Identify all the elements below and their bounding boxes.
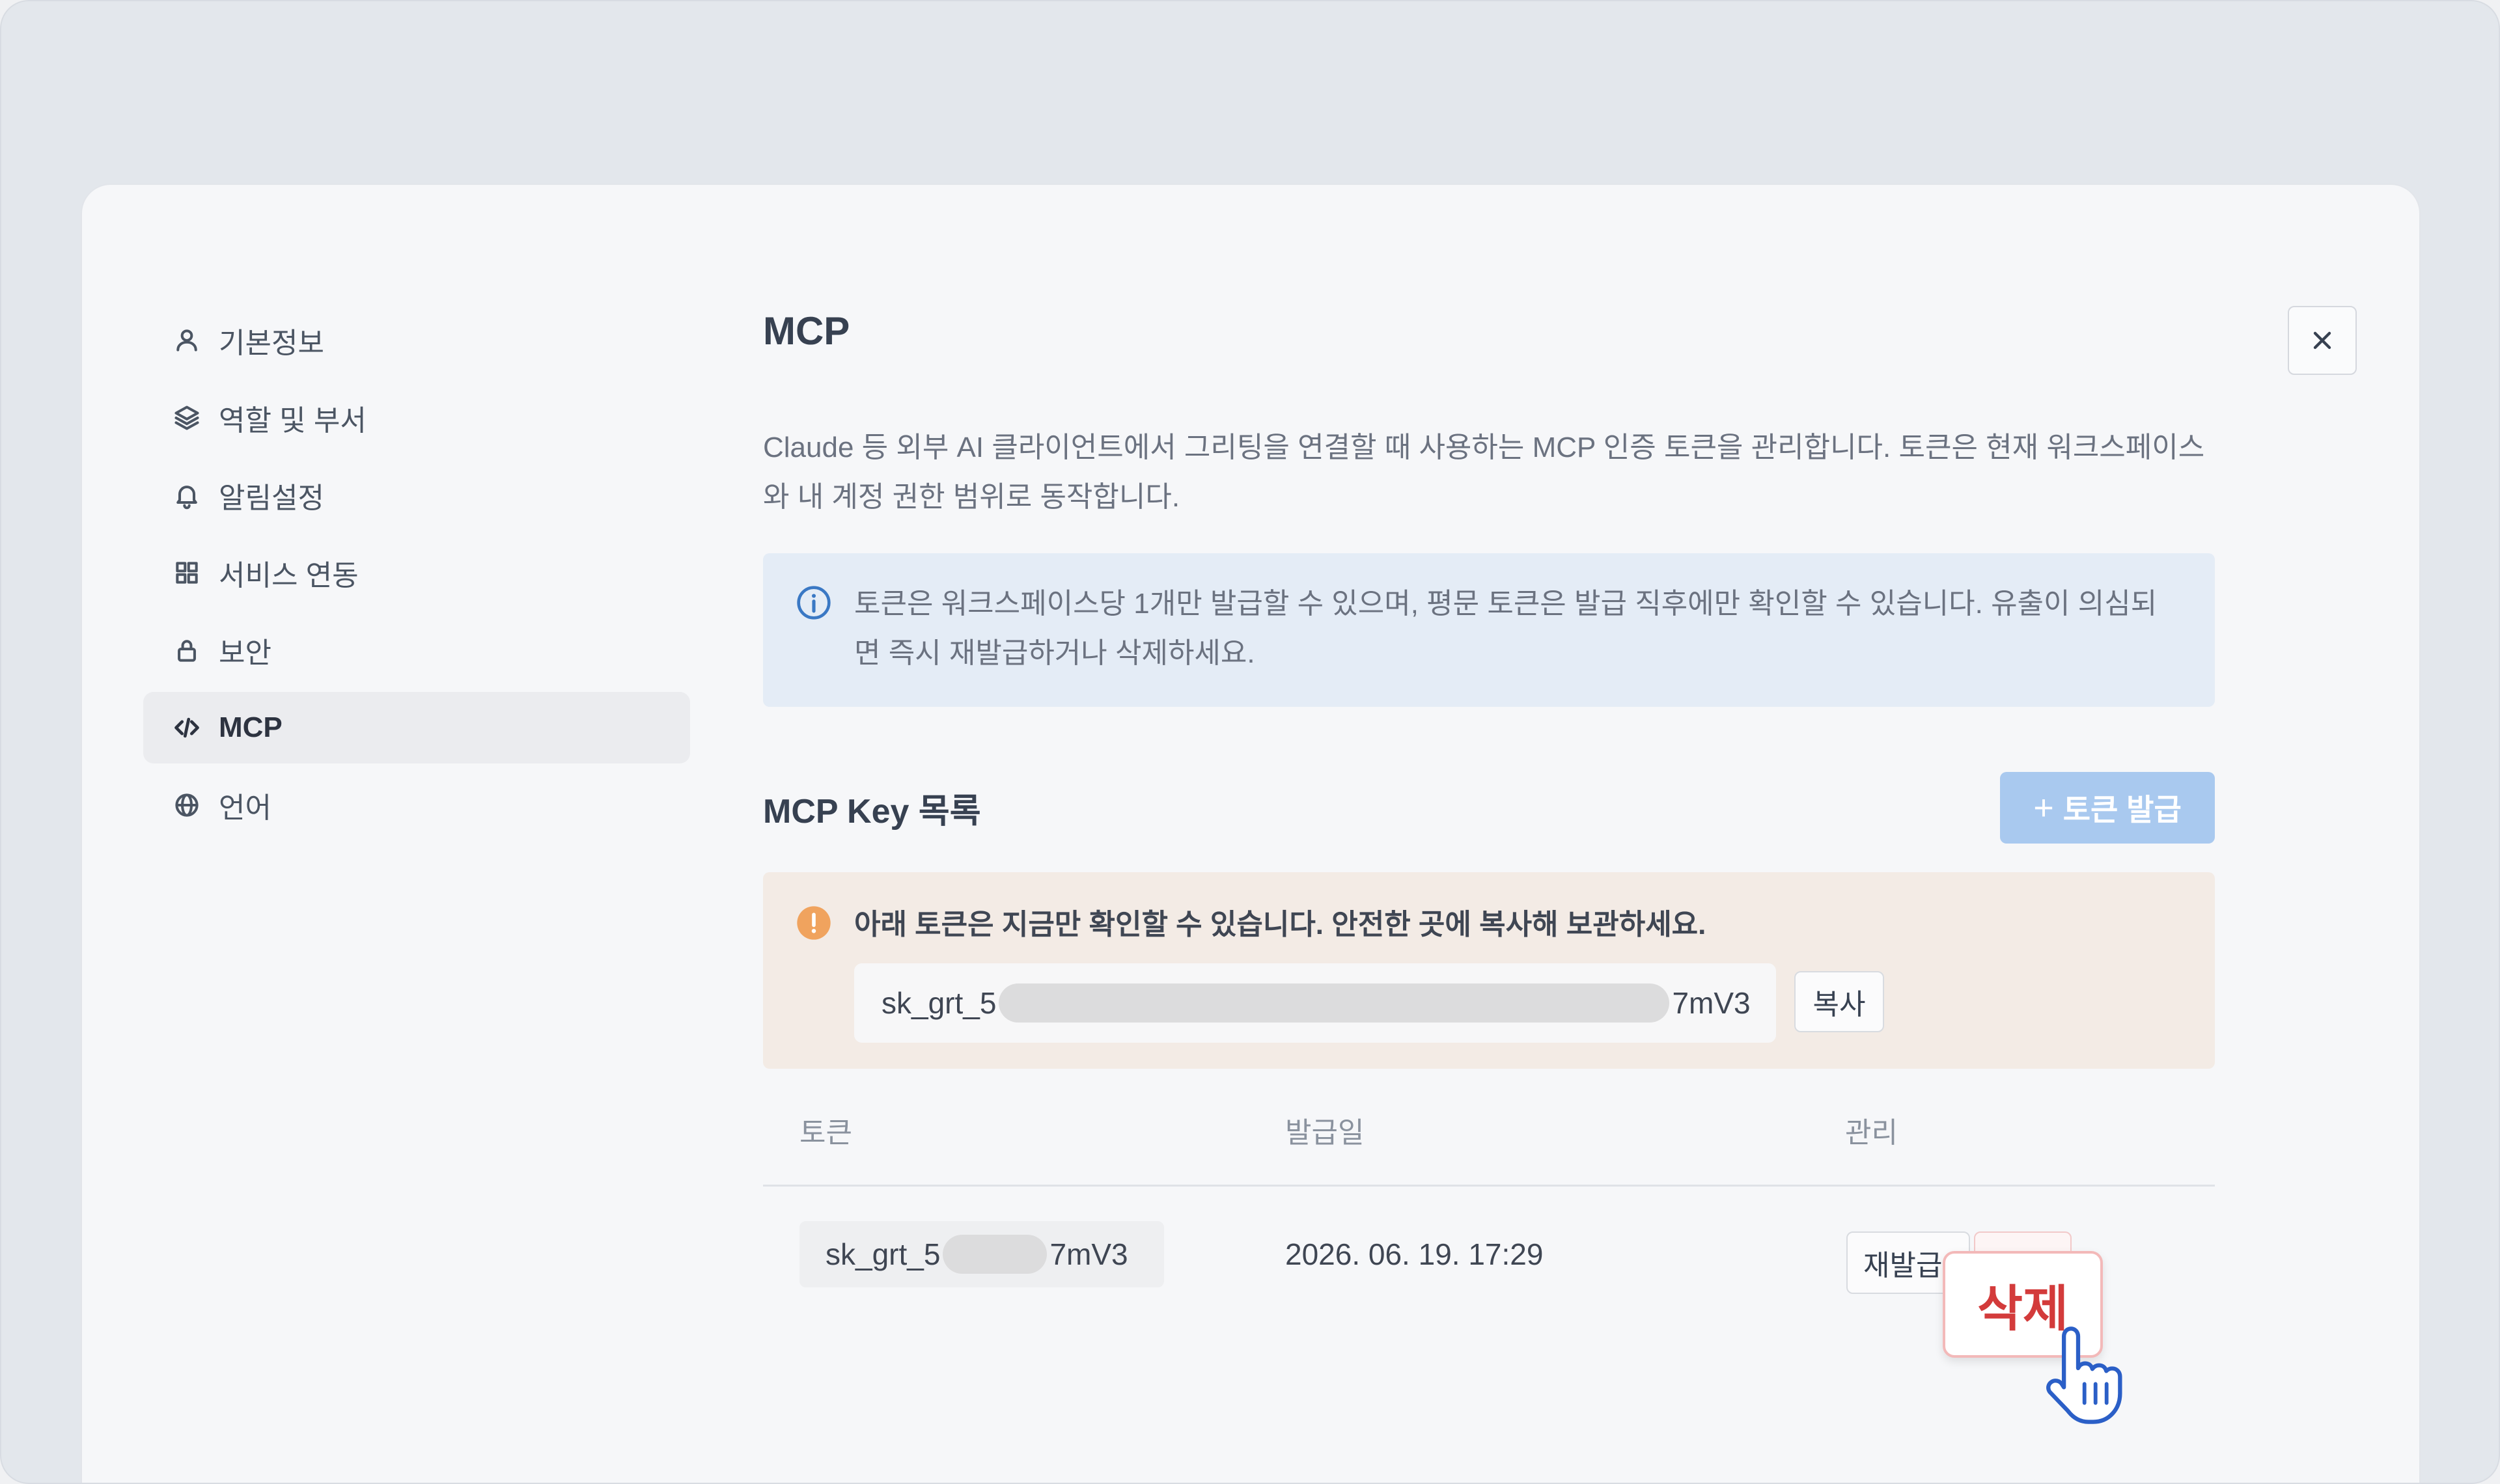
column-header-token: 토큰 xyxy=(799,1117,852,1149)
close-button[interactable] xyxy=(2288,306,2357,375)
window-frame: 기본정보 역할 및 부서 알림설정 서비스 연동 보안 MCP 언어 MCP C… xyxy=(0,0,2500,1484)
sidebar-item-label: 역할 및 부서 xyxy=(219,405,367,437)
token-prefix: sk_grt_5 xyxy=(882,986,997,1020)
issue-token-button[interactable]: + 토큰 발급 xyxy=(2000,772,2215,844)
code-icon xyxy=(172,713,202,743)
sidebar-item-basic-info[interactable]: 기본정보 xyxy=(143,305,690,376)
token-prefix: sk_grt_5 xyxy=(826,1237,941,1271)
sidebar-item-integrations[interactable]: 서비스 연동 xyxy=(143,537,690,609)
column-header-manage: 관리 xyxy=(1845,1117,1898,1149)
sidebar-item-roles[interactable]: 역할 및 부서 xyxy=(143,382,690,454)
bell-icon xyxy=(172,480,202,510)
sidebar-item-security[interactable]: 보안 xyxy=(143,614,690,686)
token-mask xyxy=(999,983,1670,1023)
alert-icon xyxy=(796,905,832,941)
sidebar-item-label: 서비스 연동 xyxy=(219,560,359,592)
layers-icon xyxy=(172,403,202,433)
token-mask xyxy=(943,1235,1048,1274)
new-token-warning: 아래 토큰은 지금만 확인할 수 있습니다. 안전한 곳에 복사해 보관하세요.… xyxy=(763,872,2215,1069)
grid-icon xyxy=(172,558,202,588)
page-title: MCP xyxy=(763,309,850,353)
pointer-cursor-icon xyxy=(2040,1324,2138,1435)
sidebar-item-mcp[interactable]: MCP xyxy=(143,692,690,763)
page-description: Claude 등 외부 AI 클라이언트에서 그리팅을 연결할 때 사용하는 M… xyxy=(763,432,2205,513)
info-icon xyxy=(796,584,832,621)
info-banner: 토큰은 워크스페이스당 1개만 발급할 수 있으며, 평문 토큰은 발급 직후에… xyxy=(763,553,2215,707)
warning-text: 아래 토큰은 지금만 확인할 수 있습니다. 안전한 곳에 복사해 보관하세요. xyxy=(854,909,1706,941)
row-issued-date: 2026. 06. 19. 17:29 xyxy=(1285,1237,1544,1271)
key-list-title: MCP Key 목록 xyxy=(763,793,981,831)
token-suffix: 7mV3 xyxy=(1049,1237,1128,1271)
copy-button[interactable]: 복사 xyxy=(1794,971,1884,1032)
settings-sidebar: 기본정보 역할 및 부서 알림설정 서비스 연동 보안 MCP 언어 xyxy=(143,305,690,847)
token-suffix: 7mV3 xyxy=(1672,986,1751,1020)
sidebar-item-label: MCP xyxy=(219,711,283,743)
close-icon xyxy=(2313,331,2331,350)
sidebar-item-notifications[interactable]: 알림설정 xyxy=(143,460,690,531)
sidebar-item-label: 기본정보 xyxy=(219,327,324,359)
row-token: sk_grt_5 7mV3 xyxy=(799,1221,1164,1287)
user-icon xyxy=(172,325,202,355)
lock-icon xyxy=(172,635,202,665)
column-header-issued: 발급일 xyxy=(1285,1117,1365,1149)
settings-modal: 기본정보 역할 및 부서 알림설정 서비스 연동 보안 MCP 언어 MCP C… xyxy=(82,185,2419,1483)
new-token-field[interactable]: sk_grt_5 7mV3 xyxy=(854,963,1776,1043)
sidebar-item-label: 보안 xyxy=(219,637,271,669)
plus-icon: + xyxy=(2033,788,2054,827)
header-divider xyxy=(763,1185,2215,1187)
sidebar-item-language[interactable]: 언어 xyxy=(143,769,690,841)
sidebar-item-label: 언어 xyxy=(219,792,271,824)
issue-token-label: 토큰 발급 xyxy=(2062,793,2182,827)
sidebar-item-label: 알림설정 xyxy=(219,482,324,514)
info-text: 토큰은 워크스페이스당 1개만 발급할 수 있으며, 평문 토큰은 발급 직후에… xyxy=(854,588,2158,669)
globe-icon xyxy=(172,790,202,820)
